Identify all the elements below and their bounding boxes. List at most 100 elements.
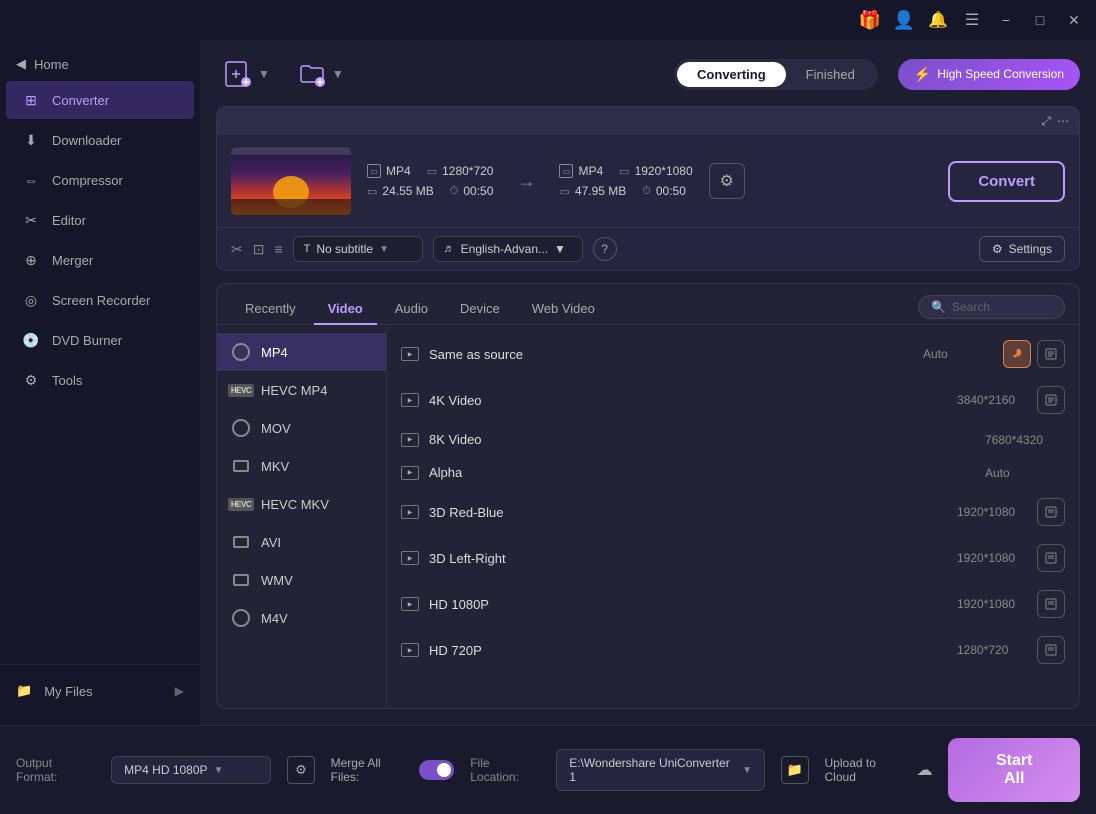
settings-btn-icon: ⚙ (992, 242, 1003, 256)
dvd-burner-icon: 💿 (22, 331, 40, 349)
downloader-icon: ⬇ (22, 131, 40, 149)
quality-1080p-res: 1920*1080 (957, 597, 1037, 611)
editor-label: Editor (52, 213, 86, 228)
tools-icon: ⚙ (22, 371, 40, 389)
format-item-hevc-mp4[interactable]: HEVC HEVC MP4 (217, 371, 386, 409)
quality-4k-edit[interactable] (1037, 386, 1065, 414)
start-all-button[interactable]: Start All (948, 738, 1080, 802)
search-icon: 🔍 (931, 300, 946, 314)
tab-converting[interactable]: Converting (677, 62, 786, 87)
maximize-button[interactable]: □ (1026, 6, 1054, 34)
output-settings-icon-btn[interactable]: ⚙ (287, 756, 315, 784)
help-button[interactable]: ? (593, 237, 617, 261)
quality-4k-icon (401, 393, 419, 407)
add-file-button[interactable]: ▼ (216, 56, 278, 92)
format-tabs: Recently Video Audio Device Web Video 🔍 (217, 284, 1079, 325)
minimize-button[interactable]: − (992, 6, 1020, 34)
gift-icon[interactable]: 🎁 (856, 6, 884, 34)
add-file-icon (224, 60, 252, 88)
tab-video[interactable]: Video (314, 294, 377, 325)
quality-same-edit[interactable] (1037, 340, 1065, 368)
tab-device[interactable]: Device (446, 294, 514, 325)
quality-720p-res: 1280*720 (957, 643, 1037, 657)
output-format-select[interactable]: MP4 HD 1080P ▼ (111, 756, 271, 784)
browse-folder-button[interactable]: 📁 (781, 756, 809, 784)
dest-size-icon: ▭ (559, 185, 569, 198)
format-item-m4v[interactable]: M4V (217, 599, 386, 637)
add-folder-button[interactable]: ▼ (290, 56, 352, 92)
editor-icon: ✂ (22, 211, 40, 229)
convert-button[interactable]: Convert (948, 161, 1065, 202)
file-thumbnail (231, 147, 351, 215)
quality-item-same-as-source[interactable]: Same as source Auto (387, 331, 1079, 377)
downloader-label: Downloader (52, 133, 121, 148)
quality-item-hd-720p[interactable]: HD 720P 1280*720 (387, 627, 1079, 673)
subtitle-value: No subtitle (316, 242, 373, 256)
settings-gear-button[interactable]: ⚙ (709, 163, 745, 199)
menu-icon[interactable]: ☰ (958, 6, 986, 34)
rocket-icon (1010, 347, 1024, 361)
thumbnail-image (231, 147, 351, 215)
speed-btn-label: High Speed Conversion (937, 67, 1064, 81)
quality-item-alpha[interactable]: Alpha Auto (387, 456, 1079, 489)
compressor-label: Compressor (52, 173, 123, 188)
sidebar-item-compressor[interactable]: ⇔ Compressor (6, 161, 194, 199)
tab-audio[interactable]: Audio (381, 294, 442, 325)
subtitle-select[interactable]: T No subtitle ▼ (293, 236, 423, 262)
quality-8k-icon (401, 433, 419, 447)
format-item-mp4[interactable]: MP4 (217, 333, 386, 371)
settings-button[interactable]: ⚙ Settings (979, 236, 1065, 262)
quality-item-8k[interactable]: 8K Video 7680*4320 (387, 423, 1079, 456)
quality-720p-edit[interactable] (1037, 636, 1065, 664)
sidebar-item-dvd-burner[interactable]: 💿 DVD Burner (6, 321, 194, 359)
sidebar-item-screen-recorder[interactable]: ◎ Screen Recorder (6, 281, 194, 319)
search-input[interactable] (952, 300, 1052, 314)
compressor-icon: ⇔ (22, 171, 40, 189)
close-button[interactable]: ✕ (1060, 6, 1088, 34)
sidebar-item-editor[interactable]: ✂ Editor (6, 201, 194, 239)
card-menu-icon[interactable]: ⋯ (1057, 114, 1069, 128)
format-body: MP4 HEVC HEVC MP4 MOV (217, 325, 1079, 708)
quality-same-action[interactable] (1003, 340, 1031, 368)
sidebar-collapse-toggle[interactable]: ◀ Home (0, 48, 200, 80)
dest-resolution: 1920*1080 (635, 164, 693, 178)
cloud-icon[interactable]: ☁ (916, 760, 932, 780)
quality-item-hd-1080p[interactable]: HD 1080P 1920*1080 (387, 581, 1079, 627)
tab-finished[interactable]: Finished (786, 62, 875, 87)
quality-item-3d-left-right[interactable]: 3D Left-Right 1920*1080 (387, 535, 1079, 581)
sidebar-item-merger[interactable]: ⊕ Merger (6, 241, 194, 279)
format-item-mov[interactable]: MOV (217, 409, 386, 447)
quality-4k-label: 4K Video (429, 393, 957, 408)
bell-icon[interactable]: 🔔 (924, 6, 952, 34)
sidebar-item-tools[interactable]: ⚙ Tools (6, 361, 194, 399)
merge-toggle[interactable] (419, 760, 454, 780)
tab-recently[interactable]: Recently (231, 294, 310, 325)
crop-icon[interactable]: ⊡ (253, 241, 265, 258)
sidebar-item-my-files[interactable]: 📁 My Files ▶ (0, 673, 200, 709)
quality-3drb-icon (401, 505, 419, 519)
format-item-avi[interactable]: AVI (217, 523, 386, 561)
format-item-hevc-mkv[interactable]: HEVC HEVC MKV (217, 485, 386, 523)
cut-icon[interactable]: ✂ (231, 241, 243, 258)
sidebar-item-converter[interactable]: ⊞ Converter (6, 81, 194, 119)
quality-3drb-edit[interactable] (1037, 498, 1065, 526)
format-item-mkv[interactable]: MKV (217, 447, 386, 485)
source-size-badge: ▭ 24.55 MB (367, 184, 434, 198)
mkv-format-icon (231, 456, 251, 476)
quality-item-4k[interactable]: 4K Video 3840*2160 (387, 377, 1079, 423)
quality-3dlr-edit[interactable] (1037, 544, 1065, 572)
quality-1080p-edit[interactable] (1037, 590, 1065, 618)
tab-web-video[interactable]: Web Video (518, 294, 609, 325)
audio-value: English-Advan... (461, 242, 548, 256)
quality-item-3d-red-blue[interactable]: 3D Red-Blue 1920*1080 (387, 489, 1079, 535)
sidebar-item-downloader[interactable]: ⬇ Downloader (6, 121, 194, 159)
file-location-select[interactable]: E:\Wondershare UniConverter 1 ▼ (556, 749, 765, 791)
effects-icon[interactable]: ≡ (274, 241, 282, 257)
user-icon[interactable]: 👤 (890, 6, 918, 34)
audio-select[interactable]: ♬ English-Advan... ▼ (433, 236, 583, 262)
chevron-left-icon: ◀ (16, 56, 26, 72)
content-area: ▼ ▼ Converting Finished ⚡ High Speed Con… (200, 40, 1096, 725)
high-speed-conversion-button[interactable]: ⚡ High Speed Conversion (898, 59, 1080, 90)
format-item-wmv[interactable]: WMV (217, 561, 386, 599)
expand-icon[interactable]: ⤢ (1041, 114, 1051, 129)
